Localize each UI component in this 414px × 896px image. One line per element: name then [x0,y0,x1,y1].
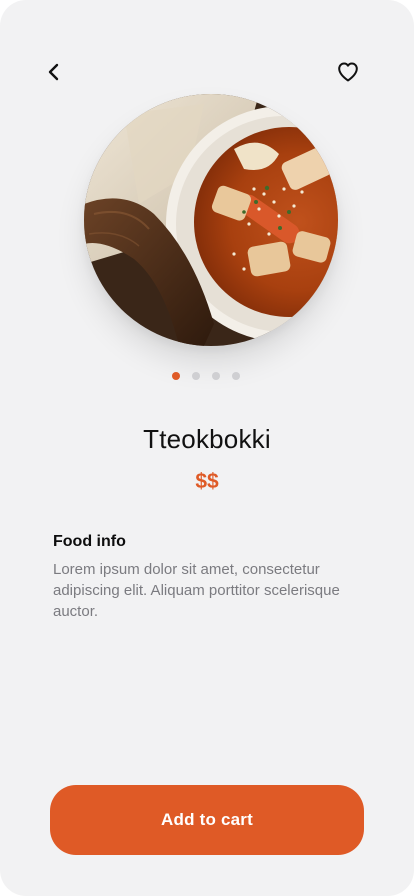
back-button[interactable] [38,56,70,88]
add-to-cart-button[interactable]: Add to cart [50,785,364,855]
tteokbokki-bowl-photo [84,94,338,346]
food-info-description: Lorem ipsum dolor sit amet, consectetur … [53,561,340,620]
product-price: $$ [195,470,219,493]
favorite-button[interactable] [332,56,364,88]
carousel-dot-1[interactable] [172,372,180,380]
carousel-dot-3[interactable] [212,372,220,380]
food-image [84,94,338,346]
product-detail-screen: Tteokbokki $$ Food info Lorem ipsum dolo… [0,0,414,896]
carousel-dot-2[interactable] [192,372,200,380]
carousel-dot-4[interactable] [232,372,240,380]
food-info-heading: Food info [53,533,126,550]
product-name: Tteokbokki [143,424,271,454]
chevron-left-icon [48,63,59,81]
carousel-indicator [0,372,414,382]
heart-outline-icon [338,62,358,82]
